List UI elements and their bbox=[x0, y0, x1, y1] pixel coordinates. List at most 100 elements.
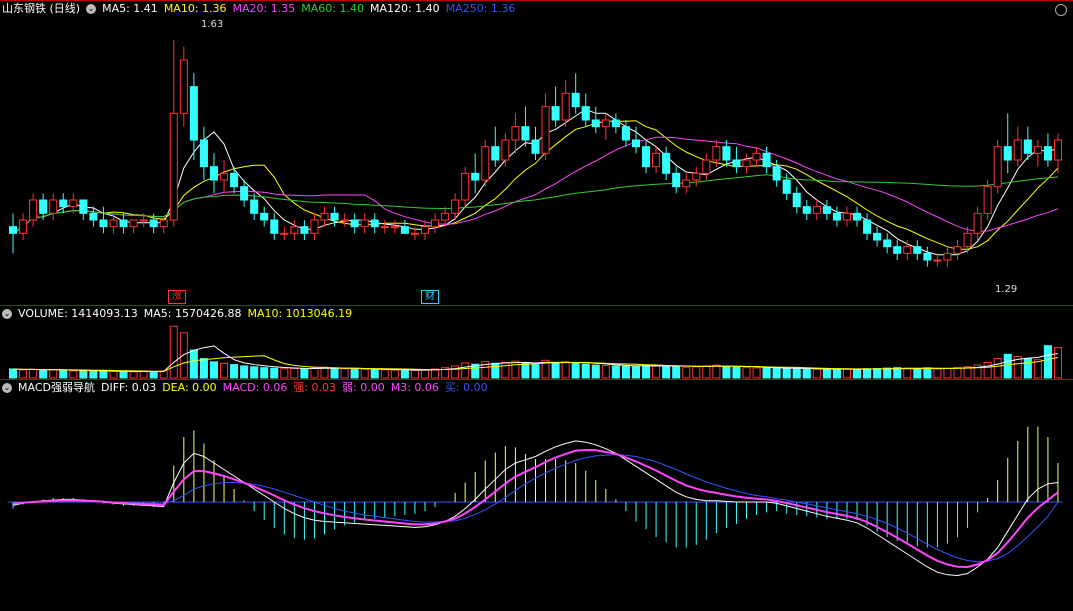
chevron-down-icon[interactable]: ⌄ bbox=[2, 309, 12, 319]
event-tag-zhang[interactable]: 涨 bbox=[168, 290, 186, 304]
candle-body bbox=[1013, 139, 1022, 161]
candle-body bbox=[983, 186, 992, 214]
event-tag-cai[interactable]: 财 bbox=[421, 290, 439, 304]
candle-body bbox=[863, 219, 872, 234]
volume-bar bbox=[702, 365, 711, 379]
candle-body bbox=[1003, 146, 1012, 161]
volume-bar bbox=[290, 368, 299, 379]
macd-indicator bbox=[8, 426, 1063, 577]
volume-bar bbox=[139, 370, 148, 379]
candle-body bbox=[280, 232, 289, 235]
candle-body bbox=[913, 246, 922, 254]
candle-body bbox=[551, 106, 560, 121]
volume-bar bbox=[832, 368, 841, 379]
candle-body bbox=[802, 206, 811, 214]
volume-bar bbox=[511, 360, 520, 379]
price-high-label: 1.63 bbox=[201, 19, 224, 30]
candle-body bbox=[702, 159, 711, 174]
candle-body bbox=[400, 226, 409, 234]
candle-body bbox=[79, 199, 88, 214]
macd-strength-line bbox=[12, 448, 1059, 569]
macd-panel-header: ⌄ MACD强弱导航 DIFF: 0.03 DEA: 0.00 MACD: 0.06… bbox=[2, 381, 488, 395]
candle-body bbox=[169, 112, 178, 221]
volume-bar bbox=[873, 368, 882, 379]
volume-bar bbox=[240, 365, 249, 379]
candle-body bbox=[1023, 139, 1032, 154]
volume-bar bbox=[531, 364, 540, 379]
volume-bar bbox=[9, 368, 18, 379]
candle-body bbox=[441, 212, 450, 221]
volume-bar bbox=[220, 362, 229, 379]
chevron-down-icon[interactable]: ⌄ bbox=[86, 4, 97, 14]
candle-body bbox=[963, 232, 972, 248]
divider bbox=[0, 379, 1073, 380]
volume-bar bbox=[230, 364, 239, 379]
volume-bar bbox=[672, 365, 681, 379]
macd-indicator-title[interactable]: MACD强弱导航 bbox=[18, 381, 95, 395]
candle-body bbox=[350, 219, 359, 228]
candle-body bbox=[109, 219, 118, 228]
volume-bars bbox=[9, 325, 1062, 379]
candle-body bbox=[561, 92, 570, 121]
macd-legend-item: MACD: 0.06 bbox=[222, 381, 288, 394]
volume-bar bbox=[149, 371, 158, 379]
candle-body bbox=[159, 219, 168, 228]
candle-body bbox=[541, 106, 550, 154]
volume-bar bbox=[330, 367, 339, 379]
volume-bar bbox=[812, 368, 821, 379]
candle-body bbox=[199, 139, 208, 168]
volume-bar bbox=[953, 367, 962, 379]
volume-bar bbox=[39, 369, 48, 379]
volume-bar bbox=[410, 369, 419, 379]
candle-body bbox=[330, 212, 339, 221]
volume-bar bbox=[169, 325, 178, 379]
price-panel-header: 山东钢铁 (日线) ⌄ MA5: 1.41 MA10: 1.36 MA20: 1.3… bbox=[2, 2, 515, 16]
price-legend-item: MA10: 1.36 bbox=[163, 2, 227, 15]
candle-body bbox=[69, 199, 78, 208]
volume-bar bbox=[129, 371, 138, 379]
candle-body bbox=[179, 59, 188, 114]
candle-body bbox=[842, 212, 851, 221]
candle-body bbox=[732, 159, 741, 168]
candle-body bbox=[511, 126, 520, 141]
candle-body bbox=[139, 219, 148, 222]
volume-bar bbox=[561, 361, 570, 379]
volume-bar bbox=[1003, 353, 1012, 379]
candle-body bbox=[953, 246, 962, 254]
volume-bar bbox=[501, 361, 510, 379]
candle-body bbox=[129, 219, 138, 228]
candle-body bbox=[99, 219, 108, 228]
volume-bar bbox=[853, 368, 862, 379]
candle-body bbox=[571, 92, 580, 108]
candle-body bbox=[370, 219, 379, 228]
volume-bar bbox=[662, 365, 671, 379]
volume-bar bbox=[772, 367, 781, 379]
volume-bar bbox=[350, 368, 359, 379]
candle-body bbox=[611, 119, 620, 128]
volume-bar bbox=[340, 368, 349, 379]
candle-body bbox=[451, 199, 460, 214]
divider bbox=[0, 305, 1073, 306]
candle-body bbox=[431, 219, 440, 228]
price-candles bbox=[9, 40, 1062, 267]
volume-bar bbox=[179, 332, 188, 379]
candle-body bbox=[1033, 146, 1042, 154]
volume-bar bbox=[752, 367, 761, 379]
candle-body bbox=[1043, 146, 1052, 161]
candle-body bbox=[652, 152, 661, 168]
candle-body bbox=[461, 172, 470, 201]
volume-bar bbox=[119, 371, 128, 379]
chevron-down-icon[interactable]: ⌄ bbox=[2, 383, 12, 393]
candle-body bbox=[270, 219, 279, 234]
macd-legend-item: 买: 0.00 bbox=[444, 381, 488, 394]
volume-bar bbox=[521, 362, 530, 379]
volume-bar bbox=[69, 370, 78, 379]
candle-body bbox=[772, 166, 781, 181]
candle-body bbox=[581, 106, 590, 121]
volume-bar bbox=[1043, 345, 1052, 379]
macd-legend-item: M3: 0.06 bbox=[390, 381, 439, 394]
settings-toggle-icon[interactable] bbox=[1055, 4, 1067, 16]
volume-bar bbox=[943, 367, 952, 379]
volume-panel-header: ⌄ VOLUME: 1414093.13 MA5: 1570426.88 MA10:… bbox=[2, 307, 352, 321]
volume-bar bbox=[209, 361, 218, 379]
